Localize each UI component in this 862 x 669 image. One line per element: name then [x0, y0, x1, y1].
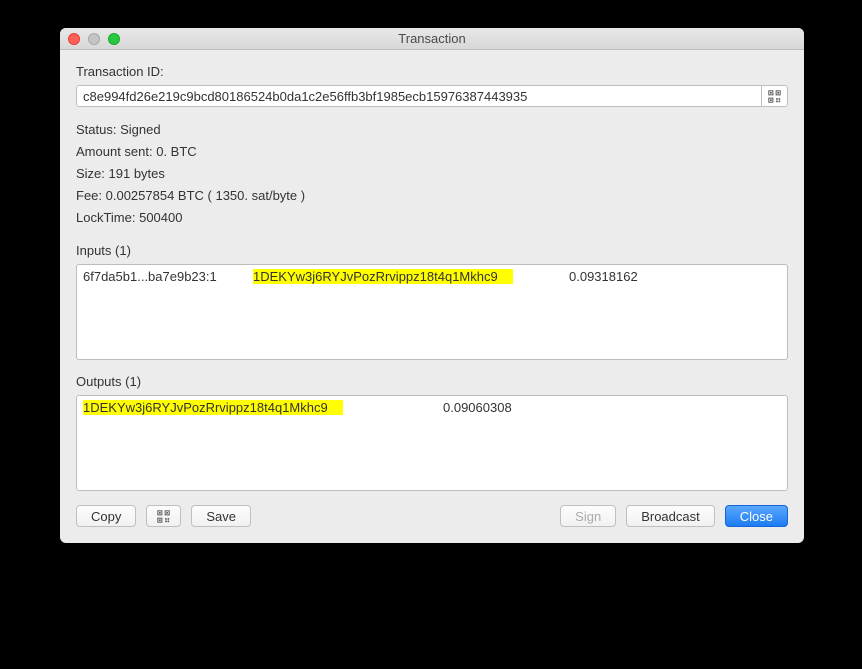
save-button[interactable]: Save — [191, 505, 251, 527]
inputs-list[interactable]: 6f7da5b1...ba7e9b23:11DEKYw3j6RYJvPozRrv… — [76, 264, 788, 360]
transaction-window: Transaction Transaction ID: — [60, 28, 804, 543]
qr-button[interactable] — [146, 505, 181, 527]
maximize-window-button[interactable] — [108, 33, 120, 45]
inputs-label: Inputs (1) — [76, 243, 788, 258]
status-line: Status: Signed — [76, 119, 788, 141]
output-address: 1DEKYw3j6RYJvPozRrvippz18t4q1Mkhc9 — [83, 400, 343, 415]
txid-label: Transaction ID: — [76, 64, 788, 79]
txid-row — [76, 85, 788, 107]
outputs-list[interactable]: 1DEKYw3j6RYJvPozRrvippz18t4q1Mkhc9 0.0906… — [76, 395, 788, 491]
outputs-label: Outputs (1) — [76, 374, 788, 389]
show-qr-button[interactable] — [762, 85, 788, 107]
fee-line: Fee: 0.00257854 BTC ( 1350. sat/byte ) — [76, 185, 788, 207]
traffic-lights — [60, 33, 120, 45]
sign-button: Sign — [560, 505, 616, 527]
window-content: Transaction ID: Status: Signe — [60, 50, 804, 543]
qr-icon — [768, 90, 781, 103]
size-line: Size: 191 bytes — [76, 163, 788, 185]
minimize-window-button[interactable] — [88, 33, 100, 45]
tx-info: Status: Signed Amount sent: 0. BTC Size:… — [76, 119, 788, 229]
input-prevout: 6f7da5b1...ba7e9b23:1 — [83, 269, 253, 284]
button-row: Copy Save Sign Broadcast Cl — [76, 505, 788, 527]
close-button[interactable]: Close — [725, 505, 788, 527]
broadcast-button[interactable]: Broadcast — [626, 505, 715, 527]
close-window-button[interactable] — [68, 33, 80, 45]
output-row[interactable]: 1DEKYw3j6RYJvPozRrvippz18t4q1Mkhc9 0.0906… — [83, 400, 781, 415]
input-address: 1DEKYw3j6RYJvPozRrvippz18t4q1Mkhc9 — [253, 269, 513, 284]
output-amount: 0.09060308 — [443, 400, 512, 415]
txid-field[interactable] — [76, 85, 762, 107]
input-amount: 0.09318162 — [569, 269, 638, 284]
locktime-line: LockTime: 500400 — [76, 207, 788, 229]
amount-line: Amount sent: 0. BTC — [76, 141, 788, 163]
titlebar[interactable]: Transaction — [60, 28, 804, 50]
qr-icon — [157, 510, 170, 523]
copy-button[interactable]: Copy — [76, 505, 136, 527]
window-title: Transaction — [60, 31, 804, 46]
input-row[interactable]: 6f7da5b1...ba7e9b23:11DEKYw3j6RYJvPozRrv… — [83, 269, 781, 284]
